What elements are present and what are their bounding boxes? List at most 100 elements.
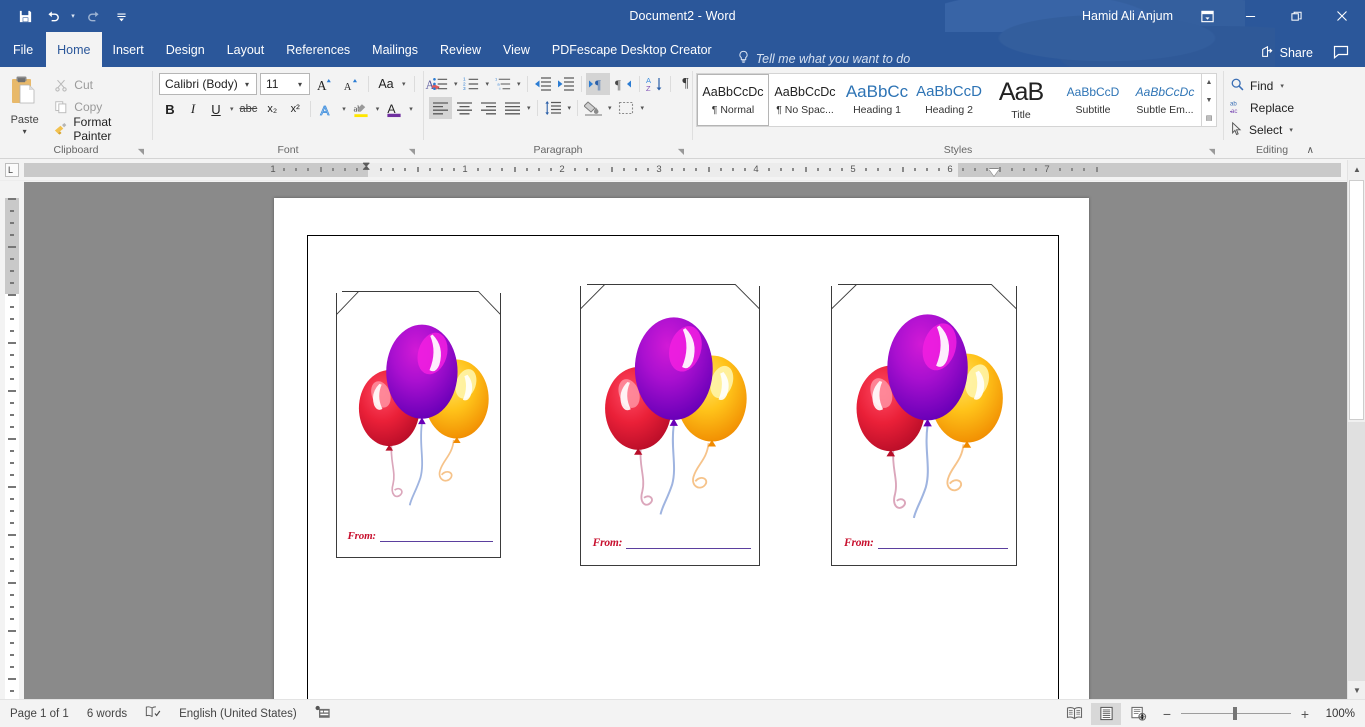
undo-caret-icon[interactable]: ▾ [68, 4, 78, 28]
restore-button[interactable] [1273, 0, 1319, 32]
font-color-button[interactable]: A [382, 98, 406, 120]
paste-caret-icon[interactable]: ▾ [23, 127, 27, 136]
document-page[interactable]: From: [274, 198, 1089, 699]
cut-button[interactable]: Cut [49, 75, 152, 95]
tab-home[interactable]: Home [46, 32, 101, 67]
chevron-down-icon[interactable]: ▾ [293, 80, 307, 89]
change-case-button[interactable]: Aa [375, 73, 397, 95]
right-indent-marker[interactable] [989, 169, 999, 176]
tab-review[interactable]: Review [429, 32, 492, 67]
numbering-button[interactable]: 123 [461, 73, 483, 95]
zoom-out-button[interactable]: − [1161, 706, 1173, 722]
decrease-indent-button[interactable] [532, 73, 554, 95]
copy-button[interactable]: Copy [49, 97, 152, 117]
tab-pdfescape-desktop-creator[interactable]: PDFescape Desktop Creator [541, 32, 723, 67]
paragraph-dialog-launcher[interactable]: ◥ [676, 147, 686, 157]
replace-button[interactable]: abac Replace [1230, 97, 1295, 118]
redo-icon[interactable] [80, 4, 106, 28]
tab-mailings[interactable]: Mailings [361, 32, 429, 67]
tab-references[interactable]: References [275, 32, 361, 67]
justify-caret-icon[interactable]: ▾ [525, 104, 533, 112]
find-caret-icon[interactable]: ▾ [1278, 82, 1286, 90]
document-canvas[interactable]: From: [24, 182, 1347, 699]
table-cell-2[interactable]: From: [558, 236, 809, 699]
increase-indent-button[interactable] [555, 73, 577, 95]
ruler-strip[interactable]: 11234567⧗ [24, 163, 1341, 177]
styles-dialog-launcher[interactable]: ◥ [1207, 147, 1217, 157]
first-line-indent-marker[interactable]: ⧗ [362, 159, 370, 174]
table-cell-1[interactable]: From: [308, 236, 558, 699]
undo-icon[interactable] [40, 4, 66, 28]
multilevel-caret-icon[interactable]: ▾ [515, 80, 523, 88]
customize-qat-icon[interactable] [108, 4, 134, 28]
collapse-ribbon-icon[interactable]: ∧ [1307, 145, 1314, 156]
gift-tag-2[interactable]: From: [580, 284, 760, 566]
find-button[interactable]: Find ▾ [1230, 75, 1295, 96]
subscript-button[interactable]: x₂ [261, 98, 283, 120]
font-dialog-launcher[interactable]: ◥ [407, 147, 417, 157]
print-layout-button[interactable] [1091, 703, 1121, 725]
numbering-caret-icon[interactable]: ▾ [484, 80, 492, 88]
grow-font-button[interactable]: A [313, 73, 336, 95]
highlight-caret-icon[interactable]: ▾ [374, 105, 382, 113]
text-effects-button[interactable]: A [315, 98, 339, 120]
tab-file[interactable]: File [0, 32, 46, 67]
sort-button[interactable]: AZ [644, 73, 666, 95]
strikethrough-button[interactable]: abc [237, 98, 261, 120]
zoom-in-button[interactable]: + [1299, 706, 1311, 722]
minimize-button[interactable] [1227, 0, 1273, 32]
style-heading-2[interactable]: AaBbCcD Heading 2 [913, 74, 985, 126]
tab-layout[interactable]: Layout [216, 32, 276, 67]
underline-caret-icon[interactable]: ▾ [228, 105, 236, 113]
zoom-thumb[interactable] [1233, 707, 1237, 720]
ribbon-display-options-icon[interactable] [1187, 0, 1227, 32]
borders-button[interactable] [615, 97, 638, 119]
gift-tag-3[interactable]: From: [831, 284, 1017, 566]
align-right-button[interactable] [477, 97, 500, 119]
text-highlight-button[interactable]: ab [349, 98, 373, 120]
bullets-caret-icon[interactable]: ▾ [452, 80, 460, 88]
scrollbar-track[interactable] [1348, 422, 1365, 681]
page-indicator[interactable]: Page 1 of 1 [10, 708, 69, 720]
zoom-slider[interactable]: − + [1155, 706, 1317, 722]
vertical-scrollbar[interactable]: ▲ ▼ [1347, 160, 1365, 699]
shrink-font-button[interactable]: A [339, 73, 362, 95]
scroll-down-icon[interactable]: ▼ [1348, 681, 1365, 699]
styles-scroll[interactable]: ▲ ▼ ▤ [1201, 74, 1216, 126]
vertical-ruler[interactable] [0, 182, 24, 699]
style-subtle-emphasis[interactable]: AaBbCcDc Subtle Em... [1129, 74, 1201, 126]
superscript-button[interactable]: x² [284, 98, 306, 120]
macro-recording[interactable] [315, 705, 331, 722]
font-size-combobox[interactable]: 11 ▾ [260, 73, 310, 95]
select-caret-icon[interactable]: ▾ [1287, 126, 1295, 134]
scrollbar-thumb[interactable] [1349, 180, 1364, 420]
change-case-caret-icon[interactable]: ▾ [400, 80, 408, 88]
font-name-combobox[interactable]: Calibri (Body) ▾ [159, 73, 257, 95]
tab-design[interactable]: Design [155, 32, 216, 67]
style-subtitle[interactable]: AaBbCcD Subtitle [1057, 74, 1129, 126]
shading-caret-icon[interactable]: ▾ [606, 104, 614, 112]
style-normal[interactable]: AaBbCcDc ¶ Normal [697, 74, 769, 126]
comments-icon[interactable] [1325, 45, 1357, 62]
justify-button[interactable] [501, 97, 524, 119]
tab-stop-selector[interactable]: L [0, 159, 24, 181]
tab-insert[interactable]: Insert [102, 32, 155, 67]
gift-tag-1[interactable]: From: [336, 291, 501, 558]
align-center-button[interactable] [453, 97, 476, 119]
styles-more-icon[interactable]: ▤ [1202, 109, 1216, 126]
style-heading-1[interactable]: AaBbCс Heading 1 [841, 74, 913, 126]
font-color-caret-icon[interactable]: ▾ [407, 105, 415, 113]
gift-tag-table[interactable]: From: [307, 235, 1059, 699]
line-spacing-button[interactable] [542, 97, 565, 119]
horizontal-ruler[interactable]: L 11234567⧗ [0, 159, 1365, 181]
tab-view[interactable]: View [492, 32, 541, 67]
zoom-level[interactable]: 100% [1319, 708, 1355, 720]
close-button[interactable] [1319, 0, 1365, 32]
left-to-right-text-button[interactable]: ¶ [586, 73, 610, 95]
line-spacing-caret-icon[interactable]: ▾ [566, 104, 574, 112]
align-left-button[interactable] [429, 97, 452, 119]
account-name[interactable]: Hamid Ali Anjum [1082, 9, 1187, 23]
web-layout-button[interactable] [1123, 703, 1153, 725]
chevron-down-icon[interactable]: ▾ [240, 80, 254, 89]
select-button[interactable]: Select ▾ [1230, 119, 1295, 140]
